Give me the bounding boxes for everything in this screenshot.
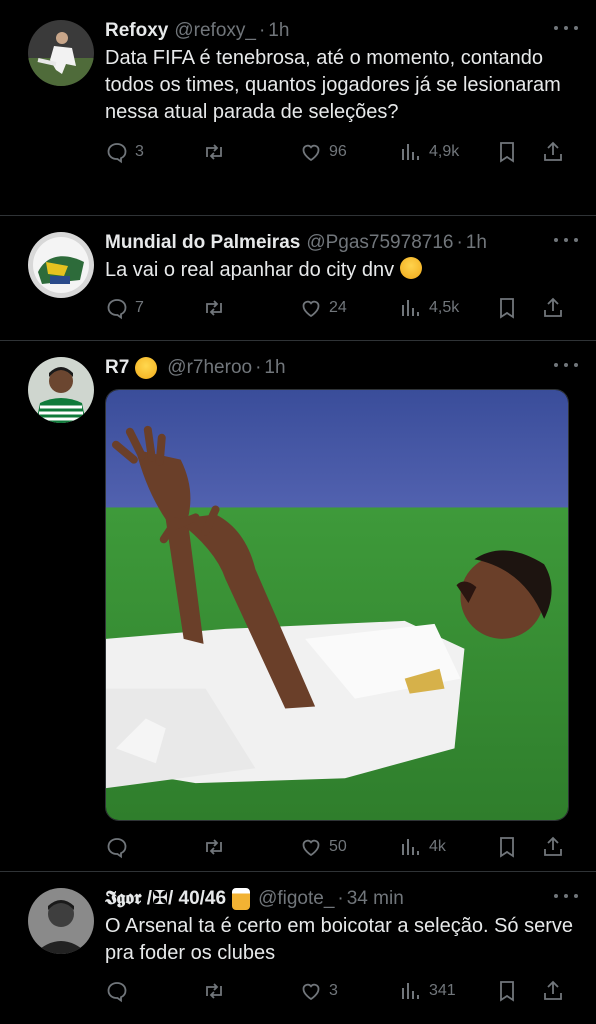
reply-count: 3: [135, 143, 144, 160]
action-bar: 3 341: [105, 971, 580, 1011]
like-button[interactable]: 24: [299, 296, 347, 320]
reply-icon: [107, 838, 127, 859]
author-name[interactable]: Refoxy: [105, 18, 168, 44]
tweet-igor[interactable]: 𝕴𝖌𝖔𝖗 /✠/ 40/46 @figote_ · 34 min O Arsen…: [0, 872, 596, 1024]
tweet-r7[interactable]: R7 @r7heroo · 1h 50 4k: [0, 341, 596, 872]
retweet-icon: [206, 839, 222, 855]
views-button[interactable]: 4,9k: [399, 140, 459, 164]
bookmark-button[interactable]: [495, 835, 519, 859]
author-name[interactable]: 𝕴𝖌𝖔𝖗 /✠/ 40/46: [105, 886, 226, 912]
reply-icon: [107, 982, 127, 1003]
action-bar: 50 4k: [105, 827, 580, 867]
retweet-button[interactable]: [202, 296, 226, 320]
retweet-button[interactable]: [202, 140, 226, 164]
tweet-text: O Arsenal ta é certo em boicotar a seleç…: [105, 915, 574, 964]
share-button[interactable]: [541, 835, 565, 859]
share-button[interactable]: [541, 296, 565, 320]
retweet-icon: [206, 983, 222, 999]
timestamp[interactable]: 34 min: [347, 886, 404, 912]
views-button[interactable]: 4k: [399, 835, 446, 859]
retweet-icon: [206, 300, 222, 316]
author-handle[interactable]: @refoxy_: [174, 18, 256, 44]
share-icon: [544, 980, 562, 1000]
views-chart-icon: [402, 839, 419, 855]
tweet-text: La vai o real apanhar do city dnv: [105, 259, 395, 281]
timestamp[interactable]: 1h: [466, 230, 487, 256]
more-dots-icon[interactable]: [554, 355, 578, 375]
separator-dot: ·: [337, 888, 344, 909]
like-count: 50: [329, 838, 347, 855]
bookmark-button[interactable]: [495, 140, 519, 164]
tweet-text: Data FIFA é tenebrosa, até o momento, co…: [105, 47, 561, 123]
share-icon: [544, 297, 562, 317]
avatar[interactable]: [28, 888, 94, 954]
share-icon: [544, 141, 562, 161]
views-button[interactable]: 341: [399, 979, 456, 1003]
timestamp[interactable]: 1h: [268, 18, 289, 44]
beer-mug-icon: [232, 888, 251, 910]
bookmark-icon: [500, 298, 514, 319]
tweet-mundial-palmeiras[interactable]: Mundial do Palmeiras @Pgas75978716 · 1h …: [0, 216, 596, 341]
views-chart-icon: [402, 983, 419, 999]
heart-icon: [302, 983, 320, 1001]
author-name[interactable]: Mundial do Palmeiras: [105, 230, 300, 256]
like-count: 24: [329, 299, 347, 316]
loudly-crying-face-icon: [400, 257, 423, 279]
views-count: 4,9k: [429, 143, 460, 160]
reply-count: 7: [135, 299, 144, 316]
share-icon: [544, 836, 562, 856]
bookmark-button[interactable]: [495, 979, 519, 1003]
separator-dot: ·: [456, 232, 463, 253]
action-bar: 7 24 4,5k: [105, 288, 580, 328]
views-count: 4,5k: [429, 299, 460, 316]
more-dots-icon[interactable]: [554, 18, 578, 38]
avatar[interactable]: [28, 357, 94, 423]
like-button[interactable]: 50: [299, 835, 347, 859]
views-count: 4k: [429, 838, 446, 855]
retweet-button[interactable]: [202, 979, 226, 1003]
retweet-button[interactable]: [202, 835, 226, 859]
retweet-icon: [206, 144, 222, 160]
bookmark-icon: [500, 837, 514, 858]
like-button[interactable]: 96: [299, 140, 347, 164]
separator-dot: ·: [255, 357, 262, 378]
reply-icon: [107, 299, 127, 320]
separator-dot: ·: [258, 20, 266, 41]
more-dots-icon[interactable]: [554, 230, 578, 250]
heart-icon: [302, 300, 320, 318]
share-button[interactable]: [541, 979, 565, 1003]
views-button[interactable]: 4,5k: [399, 296, 459, 320]
author-name[interactable]: R7: [105, 355, 129, 381]
tweet-photo[interactable]: [105, 389, 569, 821]
reply-button[interactable]: [105, 979, 135, 1003]
bookmark-icon: [500, 981, 514, 1002]
heart-icon: [302, 144, 320, 162]
like-button[interactable]: 3: [299, 979, 338, 1003]
views-count: 341: [429, 982, 456, 999]
views-chart-icon: [402, 300, 419, 316]
like-count: 3: [329, 982, 338, 999]
tweet-text-wrap: La vai o real apanhar do city dnv: [105, 257, 580, 284]
slightly-smiling-face-icon: [135, 357, 158, 379]
share-button[interactable]: [541, 140, 565, 164]
reply-button[interactable]: [105, 835, 135, 859]
avatar[interactable]: [28, 232, 94, 298]
views-chart-icon: [402, 144, 419, 160]
author-handle[interactable]: @figote_: [258, 886, 334, 912]
reply-button[interactable]: 7: [105, 296, 144, 320]
timestamp[interactable]: 1h: [264, 355, 285, 381]
bookmark-icon: [500, 142, 514, 163]
tweet-refoxy[interactable]: Refoxy @refoxy_ · 1h Data FIFA é tenebro…: [0, 0, 596, 216]
action-bar: 3 96 4,9k: [105, 132, 580, 172]
reply-button[interactable]: 3: [105, 140, 144, 164]
author-handle[interactable]: @Pgas75978716: [306, 230, 453, 256]
bookmark-button[interactable]: [495, 296, 519, 320]
author-handle[interactable]: @r7heroo: [167, 355, 252, 381]
avatar[interactable]: [28, 20, 94, 86]
like-count: 96: [329, 143, 347, 160]
reply-icon: [107, 143, 127, 164]
heart-icon: [302, 839, 320, 857]
more-dots-icon[interactable]: [554, 886, 578, 906]
